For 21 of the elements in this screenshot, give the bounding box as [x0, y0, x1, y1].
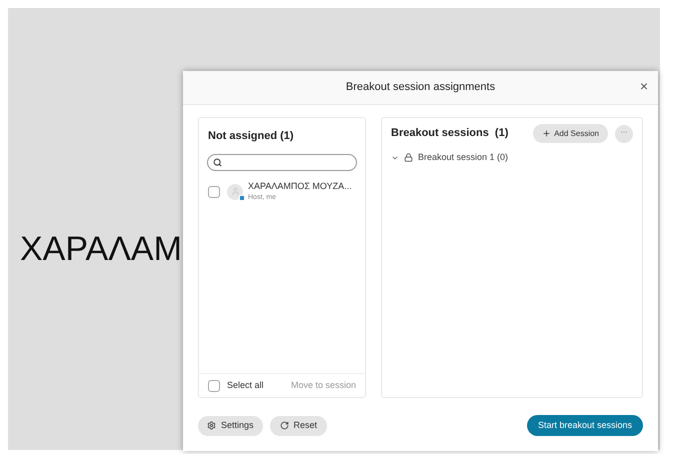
participant-checkbox[interactable]: [208, 186, 220, 198]
panel-title: Breakout sessions (1): [391, 126, 508, 142]
close-button[interactable]: ×: [640, 79, 648, 93]
start-breakout-sessions-button[interactable]: Start breakout sessions: [526, 415, 643, 436]
avatar-icon: [227, 184, 243, 200]
settings-icon: [207, 421, 216, 430]
dialog-title: Breakout session assignments: [346, 80, 496, 96]
participant-name: ΧΑΡΑΛΑΜΠΟΣ ΜΟΥΖΑ...: [248, 180, 352, 192]
lock-icon: [404, 153, 413, 162]
add-session-button[interactable]: Add Session: [533, 124, 608, 143]
settings-button[interactable]: Settings: [198, 416, 263, 436]
select-all-label: Select all: [227, 378, 264, 392]
select-all-checkbox[interactable]: [208, 380, 220, 392]
search-field[interactable]: [207, 154, 357, 170]
participant-name-text: ΧΑΡΑΛΑΜ: [20, 228, 182, 270]
plus-icon: [542, 129, 552, 138]
session-name[interactable]: Breakout session 1 (0): [418, 151, 508, 164]
search-icon: [213, 158, 222, 166]
reset-icon: [280, 421, 289, 430]
reset-button[interactable]: Reset: [270, 416, 328, 436]
panel-title: Not assigned (1): [207, 129, 295, 144]
